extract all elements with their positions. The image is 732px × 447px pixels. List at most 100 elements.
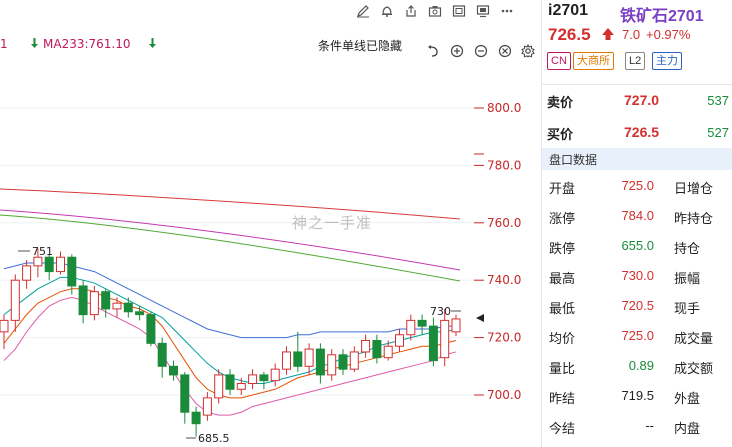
settings-icon[interactable] [521,44,535,58]
tag-main[interactable]: 主力 [652,52,682,70]
candle [406,314,416,341]
candle-body [451,318,461,333]
candle-body [33,256,43,267]
candle [338,349,348,375]
candle-body [101,291,111,310]
y-axis-tick-label: 700.0 [487,388,521,402]
high-annotation: 751 [32,245,53,258]
candle [349,346,359,373]
market-data-title: 盘口数据 [549,153,598,167]
candle-body [214,374,224,399]
candle-body [440,319,450,359]
candle [451,314,461,337]
display-icon[interactable] [476,4,490,18]
chart-toolbar [350,0,540,22]
row-value: 719.5 [621,388,654,403]
bid-label: 买价 [547,127,574,142]
row-label-right: 日增仓 [674,181,714,196]
price-change-pct: +0.97% [646,27,691,42]
candle-body [202,397,212,416]
bell-icon[interactable] [380,4,394,18]
candle [123,297,133,318]
candle-body [361,339,371,353]
candle-body [146,314,156,344]
candle-body [236,383,246,390]
tag-cn[interactable]: CN [547,52,571,70]
candle-body [383,345,393,359]
y-axis-tick-label: 780.0 [487,158,521,172]
candle-body [282,351,291,370]
candle [191,406,201,437]
candle [67,254,77,295]
quote-panel: i2701 铁矿石2701 726.5 7.0 +0.97% CN 大商所 L2… [541,0,732,447]
current-price-marker [476,314,484,322]
y-axis-tick-label: 740.0 [487,273,521,287]
row-label-right: 成交量 [674,331,714,346]
candle [33,248,43,278]
divider [542,84,732,85]
candle [372,334,382,364]
candle [327,349,337,381]
candle [101,288,111,318]
candle [214,369,224,404]
candle [361,334,371,358]
kline-chart-panel[interactable]: 1 MA233:761.10 条件单线已隐藏 700.0 720.0 740.0 76… [0,0,540,447]
candle-body [304,348,314,367]
down-arrow-icon [148,37,157,49]
candle-body [169,365,178,376]
zoom-in-icon[interactable] [450,44,464,58]
candle-body [44,256,54,273]
candle-body [67,256,77,287]
zoom-out-icon[interactable] [474,44,488,58]
candle [315,343,325,384]
bid-price[interactable]: 726.5 [624,124,659,140]
candle [112,297,122,318]
candle-body [259,374,269,382]
close-circle-icon[interactable] [498,44,512,58]
up-arrow-icon [601,27,615,41]
ask-label: 卖价 [547,95,574,110]
ask-volume: 537 [707,93,729,108]
down-arrow-icon [30,37,39,49]
tag-l2[interactable]: L2 [625,52,646,70]
menu-icon[interactable] [500,4,514,18]
image-icon[interactable] [452,4,466,18]
candle-body [135,311,145,316]
kline-svg[interactable]: 700.0 720.0 740.0 760.0 780.0 800.0 751 730 6… [0,0,540,447]
candle [157,337,167,378]
candle-body [78,285,88,316]
price-change: 7.0 [622,27,641,42]
watermark-text: 神之一手准 [292,214,373,232]
share-icon[interactable] [404,4,418,18]
row-label-right: 外盘 [674,391,701,406]
candle [270,363,280,387]
candle-body [349,351,359,370]
ma-line [3,296,457,416]
market-data-header[interactable]: 盘口数据 [542,148,732,170]
candle [282,346,291,375]
ma-magenta-line [0,209,461,271]
contract-name[interactable]: 铁矿石2701 [620,2,704,26]
camera-icon[interactable] [428,4,442,18]
candle [440,308,450,367]
ask-price[interactable]: 727.0 [624,92,659,108]
low-annotation: 685.5 [198,432,230,445]
row-value: 720.5 [621,298,654,313]
candle [202,392,212,421]
candle-body [428,325,438,362]
ma233-label: MA233:761.10 [43,37,131,51]
contract-code[interactable]: i2701 [548,2,588,20]
candle-body [22,265,32,281]
edit-icon[interactable] [356,4,370,18]
y-axis-tick-label: 760.0 [487,216,521,230]
row-value: 784.0 [621,208,654,223]
candle-body [157,342,167,367]
candle-body [406,319,416,336]
tag-exchange[interactable]: 大商所 [573,52,614,70]
undo-icon[interactable] [426,44,440,58]
candle [304,343,314,375]
candle-body [293,351,303,367]
indicator-fragment: 1 [0,37,8,51]
condition-line-hidden-text[interactable]: 条件单线已隐藏 [318,37,402,54]
candle-body [248,374,258,385]
